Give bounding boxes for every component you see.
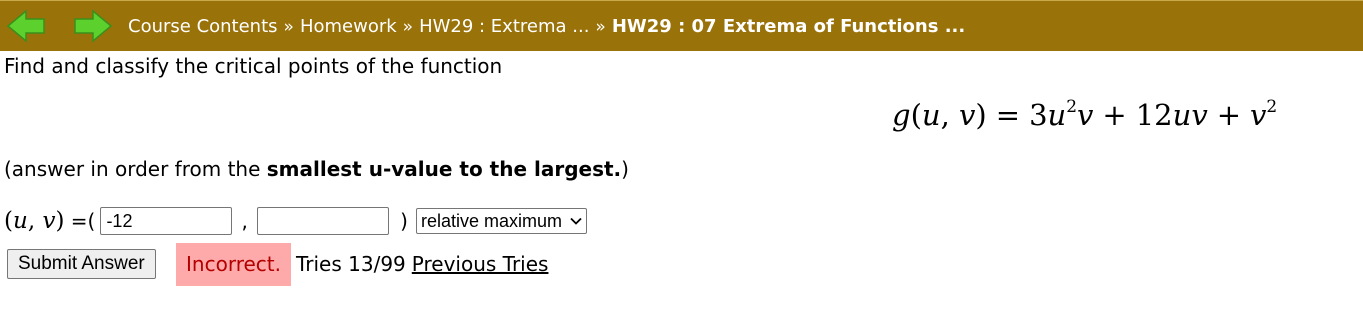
classification-selected-value: relative maximum	[420, 210, 563, 231]
back-arrow-icon[interactable]	[6, 9, 46, 43]
uv-label-open: (	[4, 208, 13, 234]
forward-arrow-icon[interactable]	[73, 9, 113, 43]
coordinate-comma: ,	[241, 209, 248, 233]
equals-open-paren: =(	[64, 209, 96, 233]
close-paren: )	[400, 209, 408, 233]
breadcrumb-hw29-extrema[interactable]: HW29 : Extrema ...	[419, 16, 589, 37]
breadcrumb-course-contents[interactable]: Course Contents	[128, 16, 278, 37]
u-value-input[interactable]	[100, 207, 233, 235]
breadcrumb-current-page: HW29 : 07 Extrema of Functions ...	[611, 16, 966, 37]
order-note-emphasis: smallest u-value to the largest.	[266, 157, 622, 181]
formula-term1-coef: 3	[1029, 98, 1048, 132]
breadcrumb-homework[interactable]: Homework	[300, 16, 397, 37]
breadcrumb-separator: »	[402, 17, 414, 37]
formula-term1-u: u	[1047, 98, 1067, 132]
formula-open-paren: (	[910, 98, 922, 132]
chevron-down-icon	[570, 217, 582, 225]
v-value-input[interactable]	[256, 207, 389, 235]
submit-answer-button[interactable]: Submit Answer	[7, 249, 156, 279]
formula-term2-uv: uv	[1172, 98, 1208, 132]
answer-order-note: (answer in order from the smallest u-val…	[4, 157, 629, 181]
formula-term3-exp: 2	[1266, 97, 1278, 117]
breadcrumb-separator: »	[595, 17, 606, 37]
uv-label-u: u	[12, 208, 28, 234]
order-note-prefix: (answer in order from the	[4, 157, 267, 181]
formula-term1-exp: 2	[1066, 97, 1078, 117]
formula-comma: ,	[940, 98, 960, 132]
classification-select[interactable]: relative maximum	[415, 208, 588, 234]
formula-term2-coef: 12	[1135, 98, 1173, 132]
function-formula: g(u, v) = 3u2v +12uv + v2	[892, 98, 1277, 132]
uv-label-v: v	[42, 208, 56, 234]
previous-tries-link[interactable]: Previous Tries	[412, 252, 549, 276]
formula-equals: =	[995, 98, 1021, 132]
formula-var-v: v	[959, 98, 976, 132]
formula-term1-v: v	[1077, 98, 1094, 132]
formula-fn-name: g	[892, 98, 911, 132]
formula-var-u: u	[921, 98, 941, 132]
order-note-suffix: )	[621, 157, 629, 181]
answer-row: (u, v) =( , ) relative maximum	[4, 207, 588, 239]
breadcrumb-separator: »	[283, 17, 294, 37]
tries-info: Tries 13/99 Previous Tries	[296, 243, 548, 286]
formula-plus: +	[1216, 98, 1242, 132]
tries-count: Tries 13/99	[296, 252, 406, 276]
top-navigation-bar: Course Contents» Homework» HW29 : Extrema …	[0, 0, 1363, 51]
status-badge: Incorrect.	[176, 243, 291, 286]
uv-label: (u, v)	[4, 208, 64, 234]
formula-term3-v: v	[1250, 98, 1267, 132]
formula-close-paren: )	[975, 98, 987, 132]
uv-label-comma: ,	[27, 208, 43, 234]
problem-prompt: Find and classify the critical points of…	[4, 54, 503, 78]
breadcrumb: Course Contents» Homework» HW29 : Extrema …	[128, 16, 966, 38]
formula-plus: +	[1102, 98, 1127, 132]
